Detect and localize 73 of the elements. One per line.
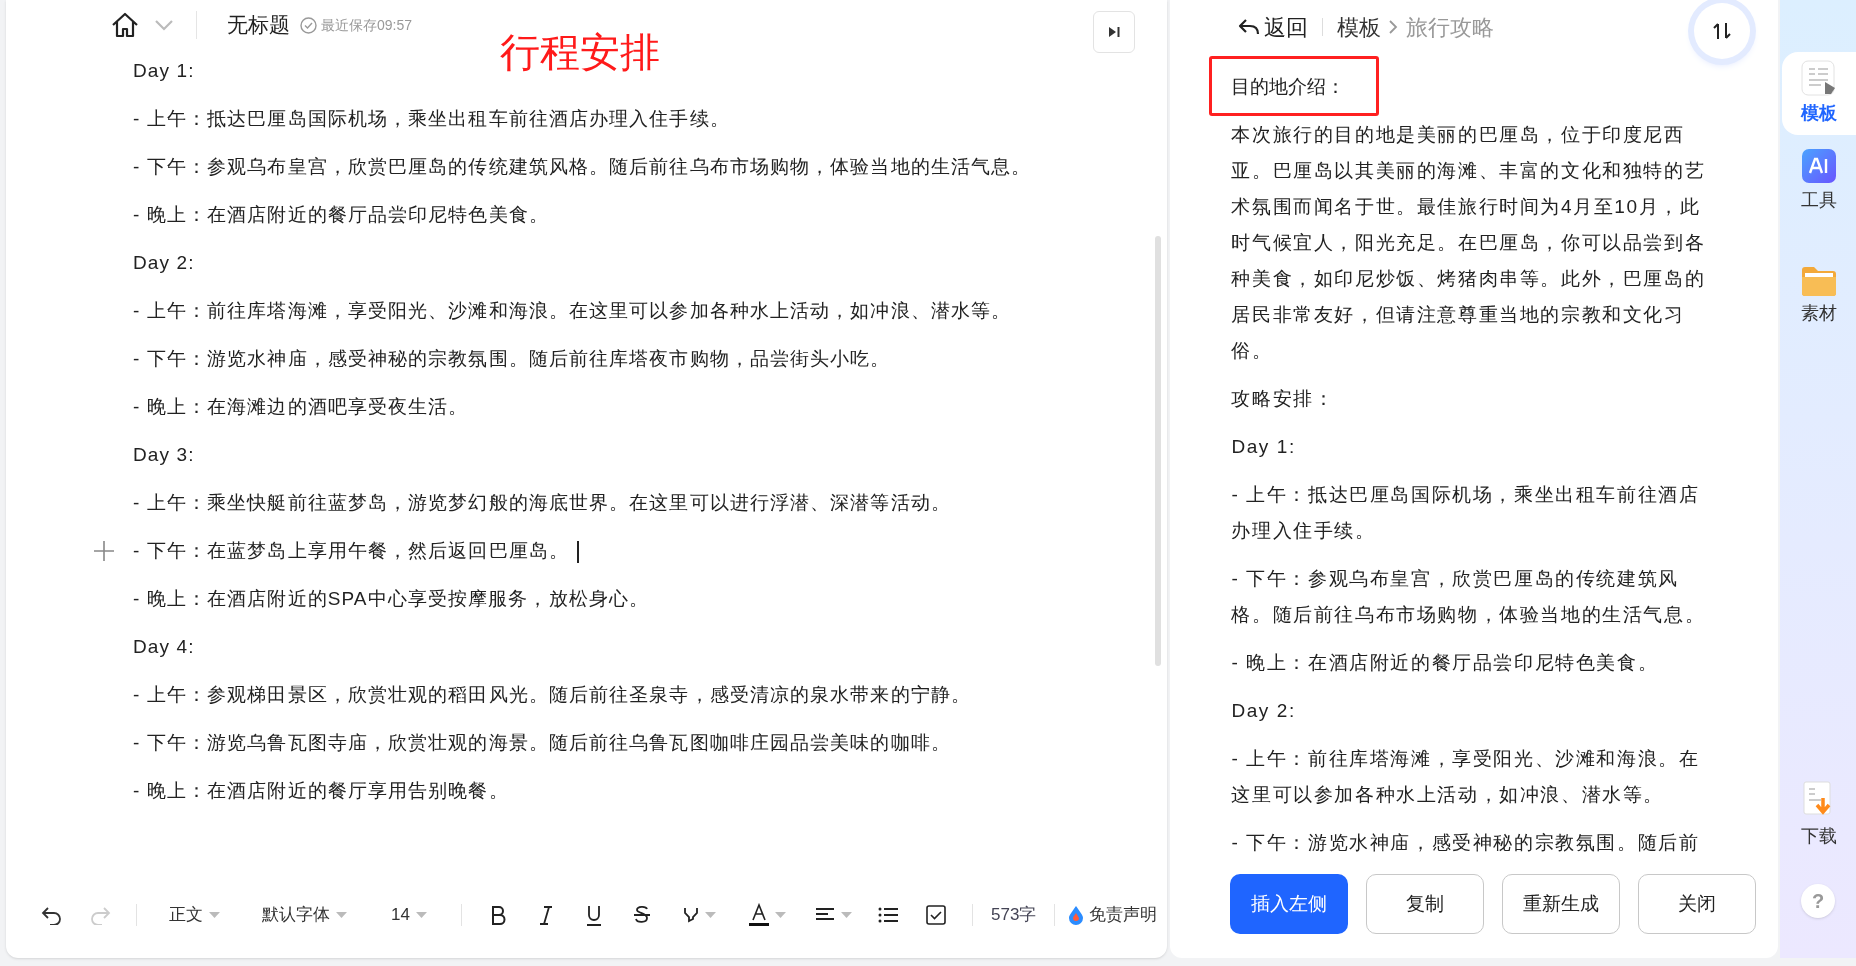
word-count: 573字 xyxy=(990,904,1038,927)
checkbox-icon[interactable] xyxy=(926,905,946,925)
home-icon[interactable] xyxy=(110,11,140,39)
paragraph-text: - 下午：游览乌鲁瓦图寺庙，欣赏壮观的海景。随后前往乌鲁瓦图咖啡庄园品尝美味的咖啡。 xyxy=(133,731,951,755)
action-button[interactable]: 复制 xyxy=(1366,874,1485,934)
paragraph-text: Day 1: xyxy=(133,59,195,83)
bold-icon[interactable] xyxy=(490,905,506,925)
document-title[interactable]: 无标题 xyxy=(227,9,290,41)
collapse-panel-button[interactable] xyxy=(1093,11,1136,53)
back-arrow-icon xyxy=(1238,18,1261,36)
caret-icon xyxy=(208,911,220,919)
side-tab[interactable]: 工具 xyxy=(1782,141,1856,222)
document-icon xyxy=(1801,60,1837,96)
caret-icon xyxy=(774,911,786,919)
align-left-icon[interactable] xyxy=(814,907,835,923)
caret-icon xyxy=(704,911,716,919)
paragraph-text: - 下午：在蓝梦岛上享用午餐，然后返回巴厘岛。 xyxy=(133,533,579,569)
paragraph-text: - 晚上：在海滩边的酒吧享受夜生活。 xyxy=(133,395,469,419)
paragraph-text: - 下午：游览水神庙，感受神秘的宗教氛围。随后前 xyxy=(1231,831,1701,855)
chevron-right-icon xyxy=(1389,20,1399,34)
paragraph-style-dropdown[interactable]: 正文 xyxy=(149,902,239,928)
side-tab[interactable]: 模板 xyxy=(1782,52,1856,135)
save-status: 最近保存09:57 xyxy=(321,15,413,35)
scrollbar[interactable] xyxy=(1155,236,1162,666)
strikethrough-icon[interactable] xyxy=(633,904,651,926)
font-size-dropdown[interactable]: 14 xyxy=(369,902,449,928)
action-button[interactable]: 关闭 xyxy=(1638,874,1757,934)
paragraph-text: Day 4: xyxy=(133,635,195,659)
paragraph-text: - 晚上：在酒店附近的餐厅品尝印尼特色美食。 xyxy=(133,203,549,227)
font-dropdown[interactable]: 默认字体 xyxy=(239,902,369,928)
caret-icon xyxy=(840,911,852,919)
check-circle-icon xyxy=(300,16,317,34)
paragraph-text: - 上午：前往库塔海滩，享受阳光、沙滩和海浪。在这里可以参加各种水上活动，如冲浪、潜水等。 xyxy=(1231,747,1701,807)
action-button[interactable]: 插入左侧 xyxy=(1230,874,1349,934)
highlighter-icon[interactable] xyxy=(682,906,699,924)
add-block-icon[interactable] xyxy=(93,540,115,562)
paragraph-text: Day 2: xyxy=(133,251,195,275)
paragraph-text: - 晚上：在酒店附近的餐厅享用告别晚餐。 xyxy=(133,779,509,803)
underline-icon[interactable] xyxy=(586,904,602,926)
paragraph-text: Day 2: xyxy=(1231,699,1297,723)
disclaimer-link[interactable]: 免责声明 xyxy=(1067,902,1158,928)
swap-arrows-icon xyxy=(1712,21,1732,41)
paragraph-text: - 上午：抵达巴厘岛国际机场，乘坐出租车前往酒店办理入住手续。 xyxy=(133,107,730,131)
paragraph-text: - 下午：参观乌布皇宫，欣赏巴厘岛的传统建筑风格。随后前往乌布市场购物，体验当地的生活气息。 xyxy=(133,155,1032,179)
paragraph-text: - 晚上：在酒店附近的餐厅品尝印尼特色美食。 xyxy=(1231,651,1660,675)
paragraph-text: 攻略安排： xyxy=(1231,387,1336,411)
folder-icon xyxy=(1801,266,1837,296)
drop-logo-icon[interactable] xyxy=(1067,905,1086,925)
side-tab[interactable]: 素材 xyxy=(1782,258,1856,335)
action-button[interactable]: 重新生成 xyxy=(1502,874,1621,934)
annotation-label: 行程安排 xyxy=(500,32,660,72)
paragraph-text: - 晚上：在酒店附近的SPA中心享受按摩服务，放松身心。 xyxy=(133,587,649,611)
paragraph-text: - 上午：参观梯田景区，欣赏壮观的稻田风光。随后前往圣泉寺，感受清凉的泉水带来的宁静。 xyxy=(133,683,971,707)
breadcrumb-link[interactable]: 模板 xyxy=(1337,10,1382,44)
italic-icon[interactable] xyxy=(538,905,554,925)
paragraph-text: - 上午：前往库塔海滩，享受阳光、沙滩和海浪。在这里可以参加各种水上活动，如冲浪、潜水等。 xyxy=(133,299,1012,323)
undo-icon[interactable] xyxy=(41,905,63,925)
paragraph-text: - 上午：抵达巴厘岛国际机场，乘坐出租车前往酒店办理入住手续。 xyxy=(1231,483,1701,543)
ai-icon xyxy=(1802,149,1836,183)
caret-icon xyxy=(335,911,347,919)
collapse-right-icon xyxy=(1107,25,1122,39)
paragraph-text: - 下午：参观乌布皇宫，欣赏巴厘岛的传统建筑风格。随后前往乌布市场购物，体验当地的生活气息。 xyxy=(1231,567,1707,627)
bullet-list-icon[interactable] xyxy=(878,907,898,923)
caret-icon xyxy=(415,911,427,919)
paragraph-text: - 下午：游览水神庙，感受神秘的宗教氛围。随后前往库塔夜市购物，品尝街头小吃。 xyxy=(133,347,891,371)
paragraph-text: - 上午：乘坐快艇前往蓝梦岛，游览梦幻般的海底世界。在这里可以进行浮潜、深潜等活动。 xyxy=(133,491,951,515)
text-color-icon[interactable] xyxy=(748,903,769,927)
paragraph-text: Day 3: xyxy=(133,443,195,467)
back-button[interactable]: 返回 xyxy=(1238,10,1309,44)
template-heading: 目的地介绍： xyxy=(1231,75,1346,99)
paragraph-text: Day 1: xyxy=(1231,435,1297,459)
paragraph-text: 本次旅行的目的地是美丽的巴厘岛，位于印度尼西亚。巴厘岛以其美丽的海滩、丰富的文化和独特的艺术氛围而闻名于世。最佳旅行时间为4月至10月，此时气候宜人，阳光充足。在巴厘岛，你可以品尝到各种美食，如印尼炒饭、烤猪肉串等。此外，巴厘岛的居民非常友好，但请注意尊重当地的宗教和文化习俗。 xyxy=(1231,123,1707,363)
side-tab[interactable]: 下载 xyxy=(1782,773,1856,858)
